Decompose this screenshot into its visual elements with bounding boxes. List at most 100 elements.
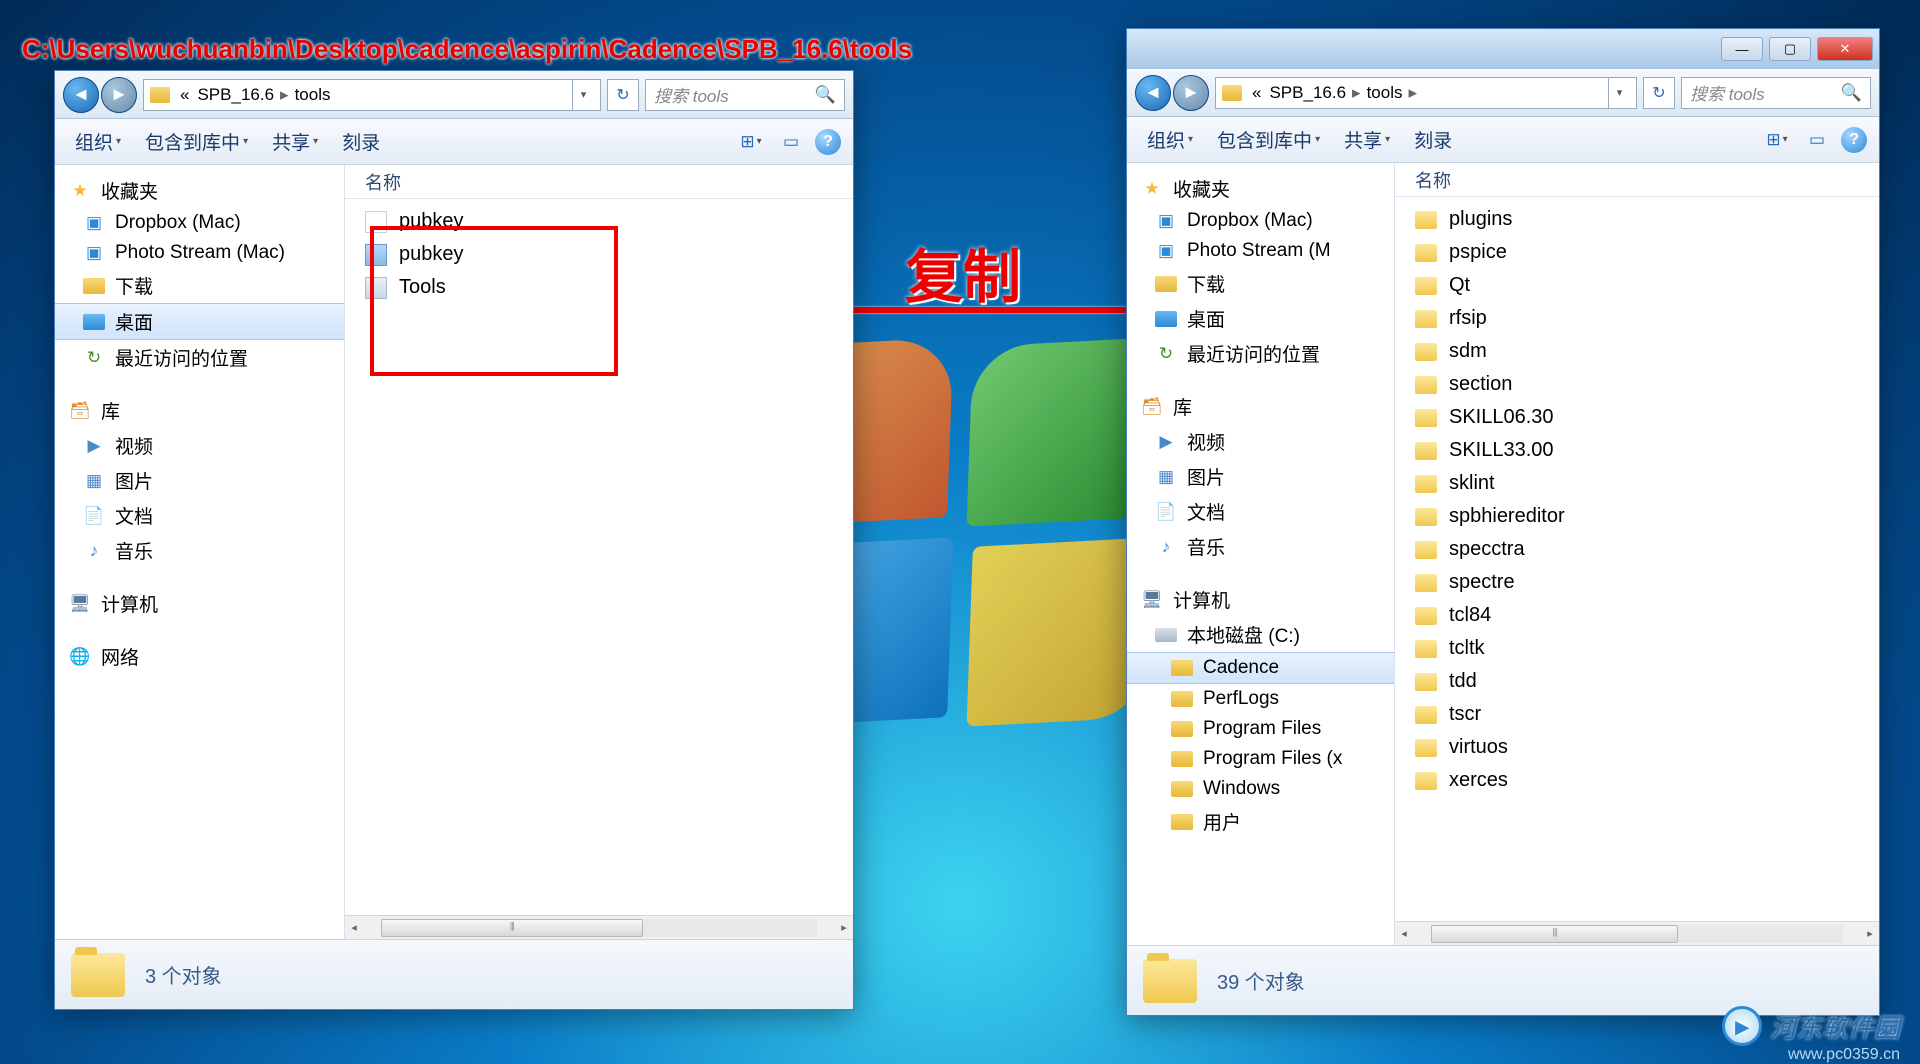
sidebar-recent[interactable]: ↻最近访问的位置: [1127, 336, 1394, 371]
sidebar-favorites[interactable]: ★收藏夹: [55, 173, 344, 208]
folder-item[interactable]: section: [1395, 368, 1879, 401]
horizontal-scrollbar[interactable]: ◂▸: [345, 915, 853, 939]
sidebar-localdisk[interactable]: 本地磁盘 (C:): [1127, 617, 1394, 652]
sidebar-desktop[interactable]: 桌面: [1127, 301, 1394, 336]
folder-item[interactable]: spbhiereditor: [1395, 500, 1879, 533]
crumb-spb[interactable]: SPB_16.6: [1265, 83, 1350, 103]
sidebar-windows[interactable]: Windows: [1127, 774, 1394, 804]
sidebar-libraries[interactable]: 🗃库: [1127, 389, 1394, 424]
crumb-tools[interactable]: tools: [291, 85, 335, 105]
column-header-name[interactable]: 名称: [1395, 163, 1879, 197]
folder-item[interactable]: tcltk: [1395, 632, 1879, 665]
sidebar-progfilesx[interactable]: Program Files (x: [1127, 744, 1394, 774]
close-button[interactable]: ✕: [1817, 37, 1873, 61]
include-menu[interactable]: 包含到库中▾: [1209, 122, 1328, 157]
sidebar-progfiles[interactable]: Program Files: [1127, 714, 1394, 744]
folder-item[interactable]: virtuos: [1395, 731, 1879, 764]
crumb-tools[interactable]: tools: [1363, 83, 1407, 103]
help-button[interactable]: ?: [815, 129, 841, 155]
maximize-button[interactable]: ▢: [1769, 37, 1811, 61]
folder-item[interactable]: tscr: [1395, 698, 1879, 731]
crumb-prefix: «: [1248, 83, 1265, 103]
burn-button[interactable]: 刻录: [334, 124, 388, 159]
explorer-window-right: — ▢ ✕ ◄ ► « SPB_16.6 ▸ tools ▸ ▾ ↻ 搜索 to…: [1126, 28, 1880, 1016]
back-button[interactable]: ◄: [63, 77, 99, 113]
forward-button[interactable]: ►: [101, 77, 137, 113]
share-menu[interactable]: 共享▾: [264, 124, 326, 159]
chevron-icon[interactable]: ▸: [278, 85, 291, 105]
sidebar-desktop[interactable]: 桌面: [55, 303, 344, 340]
sidebar-libraries[interactable]: 🗃库: [55, 393, 344, 428]
preview-pane-button[interactable]: ▭: [1801, 126, 1833, 154]
preview-pane-button[interactable]: ▭: [775, 128, 807, 156]
organize-menu[interactable]: 组织▾: [1139, 122, 1201, 157]
sidebar-cadence[interactable]: Cadence: [1127, 652, 1394, 684]
folder-item[interactable]: specctra: [1395, 533, 1879, 566]
sidebar-videos[interactable]: ▶视频: [1127, 424, 1394, 459]
path-label-left: C:\Users\wuchuanbin\Desktop\cadence\aspi…: [22, 34, 912, 65]
folder-item[interactable]: pspice: [1395, 236, 1879, 269]
view-button[interactable]: ⊞▾: [735, 128, 767, 156]
back-button[interactable]: ◄: [1135, 75, 1171, 111]
refresh-button[interactable]: ↻: [1643, 77, 1675, 109]
sidebar-photostream[interactable]: ▣Photo Stream (M: [1127, 236, 1394, 266]
help-button[interactable]: ?: [1841, 127, 1867, 153]
folder-item[interactable]: SKILL33.00: [1395, 434, 1879, 467]
folder-item[interactable]: Qt: [1395, 269, 1879, 302]
sidebar-photostream[interactable]: ▣Photo Stream (Mac): [55, 238, 344, 268]
sidebar-music[interactable]: ♪音乐: [55, 533, 344, 568]
folder-name: tcltk: [1449, 637, 1485, 660]
sidebar-network[interactable]: 🌐网络: [55, 639, 344, 674]
folder-item[interactable]: sdm: [1395, 335, 1879, 368]
sidebar-users[interactable]: 用户: [1127, 804, 1394, 839]
folder-item[interactable]: spectre: [1395, 566, 1879, 599]
sidebar-pictures[interactable]: ▦图片: [1127, 459, 1394, 494]
crumb-spb[interactable]: SPB_16.6: [193, 85, 278, 105]
folder-item[interactable]: tdd: [1395, 665, 1879, 698]
chevron-icon[interactable]: ▸: [1407, 83, 1420, 103]
sidebar-favorites[interactable]: ★收藏夹: [1127, 171, 1394, 206]
forward-button[interactable]: ►: [1173, 75, 1209, 111]
highlight-box: [370, 226, 618, 376]
include-menu[interactable]: 包含到库中▾: [137, 124, 256, 159]
search-input[interactable]: 搜索 tools 🔍: [1681, 77, 1871, 109]
organize-menu[interactable]: 组织▾: [67, 124, 129, 159]
address-bar[interactable]: « SPB_16.6 ▸ tools ▾: [143, 79, 601, 111]
burn-button[interactable]: 刻录: [1406, 122, 1460, 157]
sidebar-computer[interactable]: 🖥计算机: [55, 586, 344, 621]
folder-item[interactable]: sklint: [1395, 467, 1879, 500]
watermark: ▸ 河东软件园 www.pc0359.cn: [1722, 1006, 1900, 1046]
column-header-name[interactable]: 名称: [345, 165, 853, 199]
sidebar-dropbox[interactable]: ▣Dropbox (Mac): [1127, 206, 1394, 236]
folder-name: SKILL06.30: [1449, 406, 1554, 429]
file-list[interactable]: pluginspspiceQtrfsipsdmsection SKILL06.30…: [1395, 197, 1879, 921]
share-menu[interactable]: 共享▾: [1336, 122, 1398, 157]
folder-item[interactable]: SKILL06.30: [1395, 401, 1879, 434]
address-dropdown[interactable]: ▾: [1608, 77, 1630, 109]
minimize-button[interactable]: —: [1721, 37, 1763, 61]
folder-icon: [1415, 772, 1437, 790]
address-dropdown[interactable]: ▾: [572, 79, 594, 111]
folder-item[interactable]: tcl84: [1395, 599, 1879, 632]
sidebar-music[interactable]: ♪音乐: [1127, 529, 1394, 564]
horizontal-scrollbar[interactable]: ◂▸: [1395, 921, 1879, 945]
folder-item[interactable]: plugins: [1395, 203, 1879, 236]
search-input[interactable]: 搜索 tools 🔍: [645, 79, 845, 111]
sidebar-videos[interactable]: ▶视频: [55, 428, 344, 463]
folder-item[interactable]: rfsip: [1395, 302, 1879, 335]
sidebar-downloads[interactable]: 下载: [1127, 266, 1394, 301]
sidebar-dropbox[interactable]: ▣Dropbox (Mac): [55, 208, 344, 238]
view-button[interactable]: ⊞▾: [1761, 126, 1793, 154]
sidebar-documents[interactable]: 📄文档: [1127, 494, 1394, 529]
refresh-button[interactable]: ↻: [607, 79, 639, 111]
sidebar-pictures[interactable]: ▦图片: [55, 463, 344, 498]
folder-item[interactable]: xerces: [1395, 764, 1879, 797]
sidebar-perflogs[interactable]: PerfLogs: [1127, 684, 1394, 714]
chevron-icon[interactable]: ▸: [1350, 83, 1363, 103]
sidebar-documents[interactable]: 📄文档: [55, 498, 344, 533]
sidebar-computer[interactable]: 🖥计算机: [1127, 582, 1394, 617]
sidebar-recent[interactable]: ↻最近访问的位置: [55, 340, 344, 375]
address-bar[interactable]: « SPB_16.6 ▸ tools ▸ ▾: [1215, 77, 1637, 109]
sidebar-downloads[interactable]: 下载: [55, 268, 344, 303]
sidebar: ★收藏夹 ▣Dropbox (Mac) ▣Photo Stream (Mac) …: [55, 165, 345, 939]
